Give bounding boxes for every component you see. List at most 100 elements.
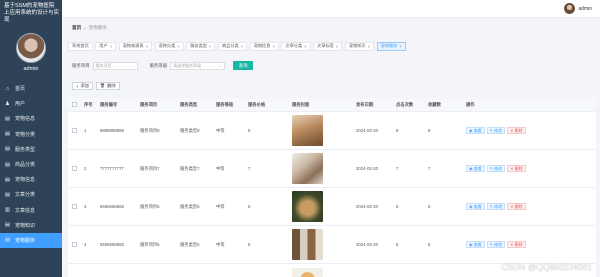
close-icon[interactable]: × bbox=[336, 44, 338, 49]
sidebar-item-goods-category[interactable]: ▤ 商品分类 bbox=[0, 157, 62, 172]
edit-button[interactable]: ✎ 修改 bbox=[486, 165, 506, 172]
view-label: 查看 bbox=[473, 241, 482, 247]
top-user-name: admin bbox=[578, 5, 592, 12]
cell-type: 服务类型6 bbox=[180, 203, 200, 209]
system-title: 基于SSM的宠物医院上应用系统的设计与实现 bbox=[4, 3, 60, 23]
cell-price: 5 bbox=[248, 242, 251, 247]
sidebar-item-label: 宠物服务 bbox=[15, 237, 36, 244]
tab-service-type[interactable]: 服务类型 × bbox=[186, 41, 216, 51]
tab-label: 用户 bbox=[99, 43, 108, 48]
tab-pet-category[interactable]: 宠物分类 × bbox=[154, 41, 184, 51]
view-button[interactable]: ◉ 查看 bbox=[466, 165, 485, 172]
cell-index: 4 bbox=[84, 242, 87, 247]
view-label: 查看 bbox=[473, 127, 482, 133]
delete-button-label: 删除 bbox=[107, 83, 116, 88]
tab-bar: 系统首页 用户 × 宠物来源表 × 宠物分类 × 服务类型 × 商品分类 × 宠物信息 × … bbox=[68, 39, 598, 53]
close-icon[interactable]: × bbox=[110, 44, 112, 49]
cell-name: 服务项目5 bbox=[140, 241, 160, 247]
sidebar-item-pet-info-2[interactable]: ▤ 宠物信息 bbox=[0, 172, 62, 187]
tab-label: 宠物知识 bbox=[348, 43, 366, 48]
cell-price: 8 bbox=[248, 128, 251, 133]
eye-icon: ◉ bbox=[469, 204, 473, 209]
select-all-checkbox[interactable] bbox=[72, 102, 77, 107]
close-icon[interactable]: × bbox=[177, 44, 179, 49]
cell-date: 2024-02-20 bbox=[356, 128, 378, 133]
close-icon[interactable]: × bbox=[399, 44, 401, 49]
close-icon[interactable]: × bbox=[368, 44, 370, 49]
view-button[interactable]: ◉ 查看 bbox=[466, 203, 485, 210]
edit-button[interactable]: ✎ 修改 bbox=[486, 127, 506, 134]
tab-pet-service[interactable]: 宠物服务 × bbox=[376, 41, 406, 51]
tab-label: 宠物服务 bbox=[380, 43, 398, 48]
sidebar-item-label: 宠物分类 bbox=[15, 131, 36, 138]
sidebar-item-home[interactable]: ⌂ 首页 bbox=[0, 81, 62, 96]
sidebar-item-label: 服务类型 bbox=[15, 146, 36, 153]
row-checkbox[interactable] bbox=[72, 242, 77, 247]
sidebar-item-pet-knowledge[interactable]: ▤ 宠物知识 bbox=[0, 218, 62, 233]
top-user-menu[interactable]: admin bbox=[564, 3, 592, 14]
row-delete-button[interactable]: ✕ 删除 bbox=[507, 203, 526, 210]
tab-home[interactable]: 系统首页 bbox=[68, 41, 93, 51]
tab-pet-info[interactable]: 宠物信息 × bbox=[249, 41, 279, 51]
sidebar-item-pet-info[interactable]: ▤ 宠物信息 bbox=[0, 111, 62, 126]
row-delete-button[interactable]: ✕ 删除 bbox=[507, 241, 526, 248]
search-button[interactable]: 查询 bbox=[233, 61, 254, 70]
cell-favorites: 6 bbox=[428, 204, 431, 209]
view-button[interactable]: ◉ 查看 bbox=[466, 127, 485, 134]
close-icon[interactable]: × bbox=[241, 44, 243, 49]
edit-button[interactable]: ✎ 修改 bbox=[486, 203, 506, 210]
tab-pet-knowledge[interactable]: 宠物知识 × bbox=[344, 41, 375, 51]
cell-price: 6 bbox=[248, 204, 251, 209]
tab-article-category[interactable]: 文章分类 × bbox=[281, 41, 311, 51]
search-label-service: 服务项目 bbox=[72, 62, 90, 68]
sidebar: 基于SSM的宠物医院上应用系统的设计与实现 admin ⌂ 首页 ♟ 用户 ▤ 宠物信… bbox=[0, 0, 62, 277]
row-delete-button[interactable]: ✕ 删除 bbox=[507, 127, 526, 134]
sidebar-item-label: 宠物知识 bbox=[15, 222, 36, 229]
cell-favorites: 5 bbox=[428, 242, 431, 247]
tab-label: 文章分类 bbox=[285, 43, 303, 48]
list-icon: ▤ bbox=[4, 131, 11, 138]
add-button[interactable]: + 添加 bbox=[72, 82, 93, 90]
chart-icon: ▥ bbox=[4, 207, 11, 214]
col-index: 序号 bbox=[84, 101, 93, 107]
col-operations: 操作 bbox=[466, 101, 475, 107]
row-checkbox[interactable] bbox=[72, 128, 77, 133]
edit-button[interactable]: ✎ 修改 bbox=[486, 241, 506, 248]
table-header: 序号 服务编号 服务项目 服务类型 服务等级 服务价格 服务封面 发布日期 点击… bbox=[68, 98, 596, 112]
col-favorites: 收藏数 bbox=[428, 101, 441, 107]
view-button[interactable]: ◉ 查看 bbox=[466, 241, 485, 248]
service-cover-image bbox=[292, 115, 323, 146]
sidebar-item-service-type[interactable]: ▤ 服务类型 bbox=[0, 142, 62, 157]
close-icon[interactable]: × bbox=[146, 44, 148, 49]
col-date: 发布日期 bbox=[356, 101, 374, 107]
sidebar-item-article-info[interactable]: ▥ 文章信息 bbox=[0, 203, 62, 218]
close-icon[interactable]: × bbox=[209, 44, 211, 49]
close-icon[interactable]: × bbox=[272, 44, 274, 49]
row-checkbox[interactable] bbox=[72, 166, 77, 171]
row-delete-button[interactable]: ✕ 删除 bbox=[507, 165, 526, 172]
service-level-select[interactable]: 请选择服务等级 ⌄ bbox=[170, 61, 226, 70]
close-icon[interactable]: × bbox=[304, 44, 306, 49]
row-checkbox[interactable] bbox=[72, 204, 77, 209]
sidebar-item-pet-service[interactable]: ▤ 宠物服务 bbox=[0, 232, 62, 249]
breadcrumb: 首页 / 宠物服务 bbox=[72, 25, 107, 31]
sidebar-item-user[interactable]: ♟ 用户 bbox=[0, 96, 62, 111]
tab-user[interactable]: 用户 × bbox=[95, 41, 117, 51]
sidebar-admin-name: admin bbox=[23, 66, 39, 72]
list-icon: ▤ bbox=[4, 237, 11, 244]
cell-index: 2 bbox=[84, 166, 87, 171]
sidebar-item-article-category[interactable]: ▤ 文章分类 bbox=[0, 187, 62, 202]
breadcrumb-home[interactable]: 首页 bbox=[72, 25, 81, 31]
cell-name: 服务项目8 bbox=[140, 127, 160, 133]
delete-button[interactable]: 🗑 删除 bbox=[95, 82, 120, 90]
tab-goods-category[interactable]: 商品分类 × bbox=[217, 41, 248, 51]
service-name-input[interactable]: 服务项目 bbox=[92, 61, 138, 70]
tab-article-tag[interactable]: 文章标签 × bbox=[313, 41, 343, 51]
sidebar-item-pet-category[interactable]: ▤ 宠物分类 bbox=[0, 127, 62, 142]
cell-index: 1 bbox=[84, 128, 87, 133]
col-cover: 服务封面 bbox=[292, 101, 310, 107]
tab-pet-source[interactable]: 宠物来源表 × bbox=[118, 41, 153, 51]
table-row: 1 8888888888 服务项目8 服务类型8 中等 8 2024-02-20… bbox=[68, 112, 596, 150]
col-type: 服务类型 bbox=[180, 101, 198, 107]
plus-icon: + bbox=[76, 83, 79, 89]
